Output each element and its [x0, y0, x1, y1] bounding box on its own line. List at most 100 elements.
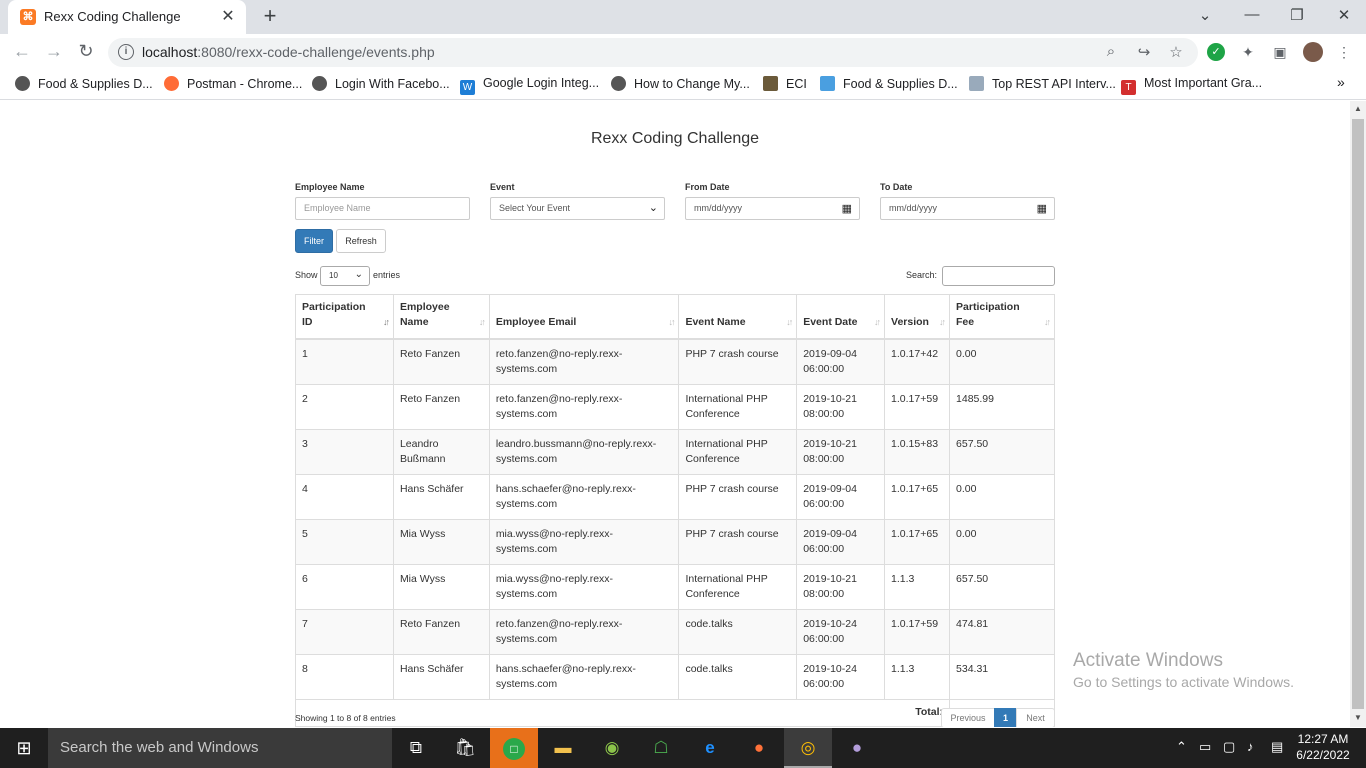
windows-taskbar: ⊞ Search the web and Windows ⧉ 🛍 □ ▬ ◉ ☖…: [0, 728, 1366, 768]
task-view-icon[interactable]: ⧉: [392, 728, 440, 768]
side-panel-icon[interactable]: ▣: [1271, 43, 1289, 61]
bookmark-item[interactable]: Top REST API Interv...: [969, 76, 1116, 91]
windows-start-icon[interactable]: ⊞: [0, 728, 48, 768]
to-date-input[interactable]: mm/dd/yyyy ▦: [880, 197, 1055, 220]
file-explorer-icon[interactable]: ▬: [539, 728, 587, 768]
profile-avatar[interactable]: [1303, 42, 1323, 62]
store-icon[interactable]: 🛍: [441, 728, 489, 768]
more-bookmarks-icon[interactable]: »: [1337, 74, 1345, 90]
column-header-participation-fee[interactable]: Participation Fee ↓↑: [949, 294, 1055, 340]
browser-toolbar: ← → ↻ i localhost:8080/rexx-code-challen…: [0, 34, 1366, 70]
share-icon[interactable]: ↪: [1134, 43, 1154, 61]
globe-icon: [15, 76, 30, 91]
new-tab-icon[interactable]: +: [258, 4, 282, 28]
chevron-down-icon: ⌄: [354, 269, 363, 280]
from-date-input[interactable]: mm/dd/yyyy ▦: [685, 197, 860, 220]
zoom-search-icon[interactable]: ⌕: [1101, 43, 1121, 60]
chrome-icon[interactable]: ◎: [784, 728, 832, 768]
table-row: 4 Hans Schäfer hans.schaefer@no-reply.rexx…: [295, 474, 1055, 520]
firefox-icon[interactable]: ●: [735, 728, 783, 768]
tab-search-chevron-icon[interactable]: ⌄: [1193, 6, 1217, 24]
bookmark-item[interactable]: Food & Supplies D...: [15, 76, 153, 91]
scroll-down-icon[interactable]: ▼: [1350, 713, 1366, 722]
notifications-icon[interactable]: ▤: [1271, 739, 1283, 755]
bookmark-item[interactable]: W Google Login Integ...: [460, 76, 599, 95]
bookmark-item[interactable]: Food & Supplies D...: [820, 76, 958, 91]
scroll-up-icon[interactable]: ▲: [1350, 104, 1366, 113]
column-header-event-date[interactable]: Event Date ↓↑: [796, 294, 886, 340]
editor-app-icon[interactable]: ◉: [588, 728, 636, 768]
table-cell: 6: [295, 564, 394, 610]
page-1-button[interactable]: 1: [994, 708, 1017, 727]
restore-icon[interactable]: ❐: [1285, 6, 1309, 24]
bookmark-item[interactable]: Postman - Chrome...: [164, 76, 302, 91]
browser-tab[interactable]: ⌘ Rexx Coding Challenge ✕: [8, 0, 246, 34]
address-bar[interactable]: i localhost:8080/rexx-code-challenge/eve…: [108, 38, 1198, 67]
bookmark-item[interactable]: T Most Important Gra...: [1121, 76, 1262, 95]
table-cell: 1.0.17+59: [884, 384, 951, 430]
tray-chevron-icon[interactable]: ⌃: [1176, 739, 1187, 755]
column-header-participation-id[interactable]: Participation ID ↓↑: [295, 294, 394, 340]
edge-icon[interactable]: e: [686, 728, 734, 768]
bookmark-item[interactable]: ECI: [763, 76, 807, 91]
scrollbar-thumb[interactable]: [1352, 119, 1364, 709]
entries-length-select[interactable]: 10 ⌄: [320, 266, 370, 286]
site-info-icon[interactable]: i: [118, 44, 134, 60]
table-cell: 2019-09-04 06:00:00: [796, 474, 886, 520]
table-cell: 8: [295, 654, 394, 700]
taskbar-clock[interactable]: 12:27 AM 6/22/2022: [1293, 731, 1353, 763]
employee-name-label: Employee Name: [295, 182, 365, 192]
github-icon[interactable]: ●: [833, 728, 881, 768]
activate-windows-watermark: Activate Windows Go to Settings to activ…: [1073, 650, 1294, 690]
page-content: Rexx Coding Challenge Employee Name Empl…: [0, 101, 1350, 727]
network-icon[interactable]: ▢: [1223, 739, 1235, 755]
column-header-event-name[interactable]: Event Name ↓↑: [678, 294, 798, 340]
back-icon[interactable]: ←: [11, 41, 33, 62]
sort-icon: ↓↑: [786, 317, 793, 327]
reload-icon[interactable]: ↻: [75, 41, 97, 62]
volume-icon[interactable]: ♪: [1247, 739, 1254, 754]
extensions-puzzle-icon[interactable]: ✦: [1239, 43, 1257, 61]
table-cell: 1: [295, 338, 394, 385]
table-body: 1 Reto Fanzen reto.fanzen@no-reply.rexx-sy…: [295, 338, 1055, 700]
table-row: 3 Leandro Bußmann leandro.bussmann@no-repl…: [295, 429, 1055, 475]
search-label: Search:: [906, 270, 938, 280]
table-cell: 3: [295, 429, 394, 475]
battery-icon[interactable]: ▭: [1199, 739, 1211, 755]
bookmark-item[interactable]: Login With Facebo...: [312, 76, 450, 91]
to-date-label: To Date: [880, 182, 913, 192]
app-green-icon[interactable]: □: [490, 728, 538, 768]
next-page-button[interactable]: Next: [1016, 708, 1055, 727]
table-cell: 657.50: [949, 429, 1055, 475]
event-select[interactable]: Select Your Event ⌄: [490, 197, 665, 220]
previous-page-button[interactable]: Previous: [941, 708, 995, 727]
table-cell: code.talks: [678, 654, 798, 700]
vertical-scrollbar[interactable]: ▲ ▼: [1350, 101, 1366, 727]
table-cell: reto.fanzen@no-reply.rexx-systems.com: [488, 338, 680, 385]
column-header-employee-email[interactable]: Employee Email ↓↑: [488, 294, 680, 340]
close-window-icon[interactable]: ✕: [1332, 6, 1356, 24]
extension-check-icon[interactable]: ✓: [1207, 43, 1225, 61]
column-header-employee-name[interactable]: Employee Name ↓↑: [392, 294, 490, 340]
table-cell: 2019-10-21 08:00:00: [796, 384, 886, 430]
bookmark-item[interactable]: How to Change My...: [611, 76, 750, 91]
minimize-icon[interactable]: —: [1240, 6, 1264, 23]
table-cell: 474.81: [949, 609, 1055, 655]
filter-button[interactable]: Filter: [295, 229, 333, 253]
menu-kebab-icon[interactable]: ⋮: [1335, 43, 1353, 61]
taskbar-search-input[interactable]: Search the web and Windows: [48, 728, 392, 768]
network-app-icon[interactable]: ☖: [637, 728, 685, 768]
table-cell: 1.1.3: [884, 564, 951, 610]
close-tab-icon[interactable]: ✕: [218, 6, 238, 26]
refresh-button[interactable]: Refresh: [336, 229, 386, 253]
calendar-icon[interactable]: ▦: [1037, 202, 1047, 215]
rest-icon: [969, 76, 984, 91]
employee-name-input[interactable]: Employee Name: [295, 197, 470, 220]
table-row: 5 Mia Wyss mia.wyss@no-reply.rexx-systems.…: [295, 519, 1055, 565]
tab-strip: ⌘ Rexx Coding Challenge ✕ + ⌄ — ❐ ✕: [0, 0, 1366, 34]
table-search-input[interactable]: [942, 266, 1055, 286]
bookmark-star-icon[interactable]: ☆: [1166, 43, 1186, 61]
calendar-icon[interactable]: ▦: [842, 202, 852, 215]
column-header-version[interactable]: Version ↓↑: [884, 294, 951, 340]
forward-icon[interactable]: →: [43, 41, 65, 62]
